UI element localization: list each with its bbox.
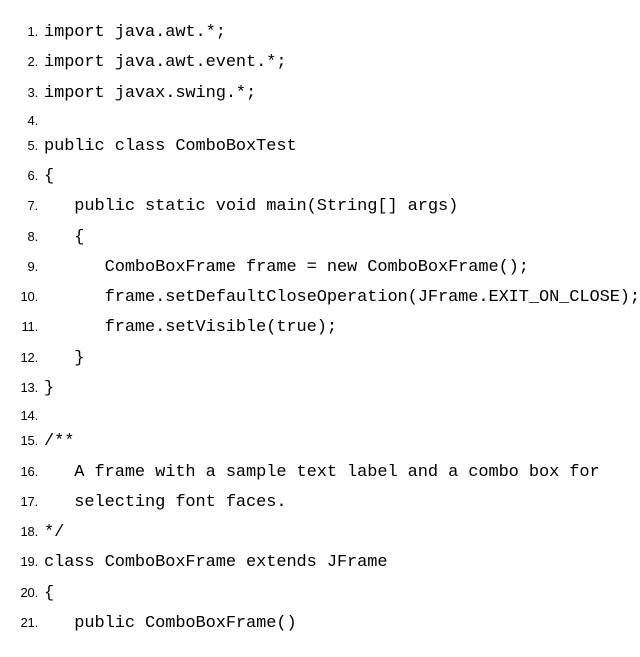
line-number: 14. [10, 404, 44, 427]
line-number: 12. [10, 346, 44, 369]
code-line: 21. public ComboBoxFrame() [10, 609, 630, 639]
line-number: 15. [10, 429, 44, 452]
code-text: } [44, 374, 54, 404]
line-number: 21. [10, 611, 44, 634]
line-number: 8. [10, 225, 44, 248]
code-line: 8. { [10, 223, 630, 253]
line-number: 1. [10, 20, 44, 43]
line-number: 17. [10, 490, 44, 513]
code-line: 7. public static void main(String[] args… [10, 192, 630, 222]
code-text: } [44, 344, 84, 374]
code-text: import javax.swing.*; [44, 79, 256, 109]
code-text: A frame with a sample text label and a c… [44, 458, 600, 488]
line-number: 4. [10, 109, 44, 132]
code-text: */ [44, 518, 64, 548]
line-number: 16. [10, 460, 44, 483]
code-line: 13.} [10, 374, 630, 404]
code-line: 18.*/ [10, 518, 630, 548]
code-text: import java.awt.event.*; [44, 48, 286, 78]
line-number: 18. [10, 520, 44, 543]
line-number: 3. [10, 81, 44, 104]
code-text: public class ComboBoxTest [44, 132, 297, 162]
line-number: 9. [10, 255, 44, 278]
line-number: 2. [10, 50, 44, 73]
code-line: 9. ComboBoxFrame frame = new ComboBoxFra… [10, 253, 630, 283]
line-number: 20. [10, 581, 44, 604]
line-number: 7. [10, 194, 44, 217]
code-text: class ComboBoxFrame extends JFrame [44, 548, 387, 578]
code-text: public ComboBoxFrame() [44, 609, 297, 639]
code-line: 6.{ [10, 162, 630, 192]
code-line: 17. selecting font faces. [10, 488, 630, 518]
code-text: import java.awt.*; [44, 18, 226, 48]
code-text: frame.setVisible(true); [44, 313, 337, 343]
code-line: 20.{ [10, 579, 630, 609]
code-listing: 1.import java.awt.*;2.import java.awt.ev… [10, 18, 630, 639]
line-number: 11. [10, 315, 44, 338]
code-line: 4. [10, 109, 630, 132]
code-line: 3.import javax.swing.*; [10, 79, 630, 109]
code-line: 1.import java.awt.*; [10, 18, 630, 48]
line-number: 5. [10, 134, 44, 157]
line-number: 13. [10, 376, 44, 399]
code-text: /** [44, 427, 74, 457]
code-line: 12. } [10, 344, 630, 374]
code-text: { [44, 579, 54, 609]
code-line: 14. [10, 404, 630, 427]
code-line: 2.import java.awt.event.*; [10, 48, 630, 78]
code-line: 5.public class ComboBoxTest [10, 132, 630, 162]
code-line: 19.class ComboBoxFrame extends JFrame [10, 548, 630, 578]
code-text: frame.setDefaultCloseOperation(JFrame.EX… [44, 283, 640, 313]
line-number: 10. [10, 285, 44, 308]
code-line: 11. frame.setVisible(true); [10, 313, 630, 343]
line-number: 19. [10, 550, 44, 573]
code-text: public static void main(String[] args) [44, 192, 458, 222]
code-line: 15./** [10, 427, 630, 457]
code-text: ComboBoxFrame frame = new ComboBoxFrame(… [44, 253, 529, 283]
code-text: { [44, 162, 54, 192]
line-number: 6. [10, 164, 44, 187]
code-text: selecting font faces. [44, 488, 286, 518]
code-line: 16. A frame with a sample text label and… [10, 458, 630, 488]
code-line: 10. frame.setDefaultCloseOperation(JFram… [10, 283, 630, 313]
code-text: { [44, 223, 84, 253]
